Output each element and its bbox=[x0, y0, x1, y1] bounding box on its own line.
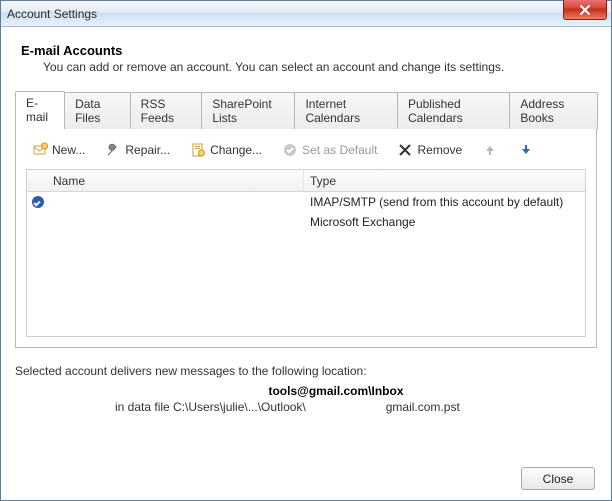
tab-sharepoint-lists[interactable]: SharePoint Lists bbox=[201, 92, 295, 129]
cell-type: IMAP/SMTP (send from this account by def… bbox=[304, 195, 585, 209]
tab-data-files[interactable]: Data Files bbox=[64, 92, 131, 129]
remove-account-button[interactable]: Remove bbox=[393, 140, 466, 160]
set-default-label: Set as Default bbox=[302, 143, 377, 157]
change-account-button[interactable]: Change... bbox=[186, 140, 266, 160]
dialog-button-row: Close bbox=[521, 467, 595, 490]
tab-address-books[interactable]: Address Books bbox=[509, 92, 598, 129]
arrow-down-icon bbox=[518, 142, 534, 158]
delivery-path: in data file C:\Users\julie\...\Outlook\… bbox=[115, 400, 597, 414]
table-header: Name Type bbox=[27, 170, 585, 192]
set-default-icon bbox=[282, 142, 298, 158]
new-account-button[interactable]: New... bbox=[28, 140, 89, 160]
delivery-path-prefix: in data file C:\Users\julie\...\Outlook\ bbox=[115, 400, 306, 414]
repair-account-button[interactable]: Repair... bbox=[101, 140, 174, 160]
tab-content-email: New... Repair... bbox=[15, 128, 597, 348]
repair-icon bbox=[105, 142, 121, 158]
tab-email[interactable]: E-mail bbox=[15, 91, 65, 129]
table-row[interactable]: IMAP/SMTP (send from this account by def… bbox=[27, 192, 585, 212]
section-subheading: You can add or remove an account. You ca… bbox=[43, 60, 597, 74]
new-label: New... bbox=[52, 143, 85, 157]
titlebar: Account Settings bbox=[1, 1, 611, 27]
change-label: Change... bbox=[210, 143, 262, 157]
delivery-intro: Selected account delivers new messages t… bbox=[15, 364, 597, 378]
cell-type: Microsoft Exchange bbox=[304, 215, 585, 229]
tab-rss-feeds[interactable]: RSS Feeds bbox=[130, 92, 203, 129]
section-heading: E-mail Accounts bbox=[21, 43, 597, 58]
close-button[interactable]: Close bbox=[521, 467, 595, 490]
accounts-table: Name Type IMAP/SMTP (send from this acco… bbox=[26, 169, 586, 337]
tab-internet-calendars[interactable]: Internet Calendars bbox=[294, 92, 398, 129]
new-icon bbox=[32, 142, 48, 158]
delivery-path-suffix: gmail.com.pst bbox=[386, 400, 460, 414]
window-title: Account Settings bbox=[7, 7, 97, 21]
tab-row: E-mail Data Files RSS Feeds SharePoint L… bbox=[15, 90, 597, 128]
toolbar: New... Repair... bbox=[26, 137, 586, 163]
remove-icon bbox=[397, 142, 413, 158]
dialog-body: E-mail Accounts You can add or remove an… bbox=[1, 27, 611, 500]
cell-name bbox=[49, 192, 304, 212]
set-default-button[interactable]: Set as Default bbox=[278, 140, 381, 160]
arrow-up-icon bbox=[482, 142, 498, 158]
col-header-type[interactable]: Type bbox=[304, 174, 585, 188]
account-settings-dialog: Account Settings E-mail Accounts You can… bbox=[0, 0, 612, 501]
tab-published-calendars[interactable]: Published Calendars bbox=[397, 92, 510, 129]
table-row[interactable]: Microsoft Exchange bbox=[27, 212, 585, 232]
cell-name bbox=[49, 212, 304, 232]
move-down-button[interactable] bbox=[514, 140, 538, 160]
remove-label: Remove bbox=[417, 143, 462, 157]
repair-label: Repair... bbox=[125, 143, 170, 157]
delivery-folder: tools@gmail.com\Inbox bbox=[75, 384, 597, 398]
move-up-button[interactable] bbox=[478, 140, 502, 160]
window-close-button[interactable] bbox=[563, 0, 607, 20]
change-icon bbox=[190, 142, 206, 158]
col-header-name[interactable]: Name bbox=[49, 170, 304, 191]
close-icon bbox=[579, 4, 591, 16]
table-body: IMAP/SMTP (send from this account by def… bbox=[27, 192, 585, 336]
default-account-icon bbox=[32, 196, 44, 208]
